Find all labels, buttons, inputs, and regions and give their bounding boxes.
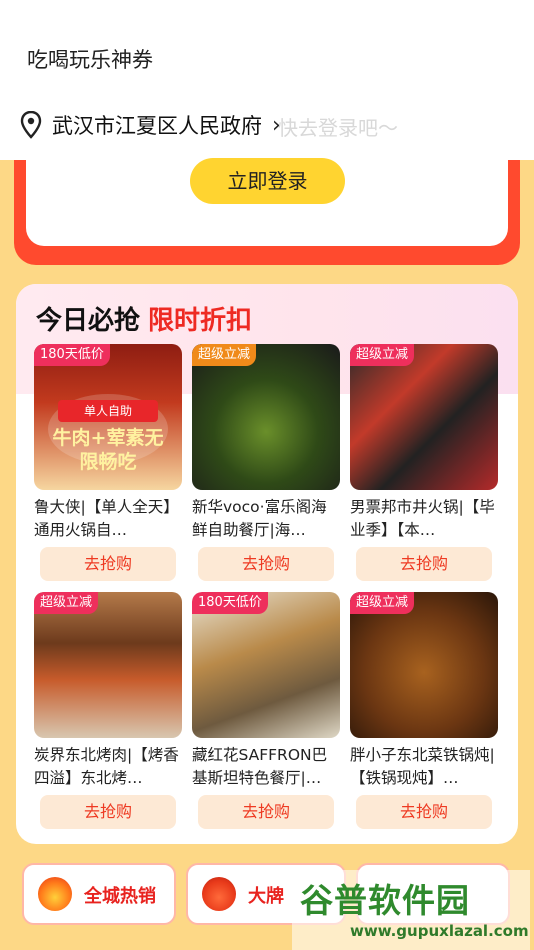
deals-section: 今日必抢 限时折扣 180天低价 单人自助 牛肉+荤素无限畅吃 鲁大侠|【单人全天… [16, 284, 518, 844]
thumb-caption: 单人自助 [58, 400, 158, 422]
location-pin-icon [20, 111, 42, 139]
deal-thumbnail[interactable]: 超级立减 [350, 344, 498, 490]
page-title: 吃喝玩乐神券 [27, 48, 153, 72]
deal-thumbnail[interactable]: 超级立减 [350, 592, 498, 738]
category-hot-sale[interactable]: 全城热销 [22, 863, 176, 925]
deal-item[interactable]: 超级立减 男票邦市井火锅|【毕业季】【本… 去抢购 [350, 344, 498, 589]
deal-item[interactable]: 超级立减 新华voco·富乐阁海鲜自助餐厅|海… 去抢购 [192, 344, 340, 589]
watermark: 谷普软件园 www.gupuxlazal.com [292, 870, 530, 950]
category-label: 大牌 [248, 886, 284, 907]
deal-badge: 超级立减 [192, 344, 257, 366]
deals-heading-title: 今日必抢 [36, 306, 141, 336]
deal-badge: 180天低价 [192, 592, 268, 614]
deal-item[interactable]: 超级立减 胖小子东北菜铁锅炖|【铁锅现炖】… 去抢购 [350, 592, 498, 837]
deal-name[interactable]: 鲁大侠|【单人全天】通用火锅自… [34, 496, 184, 542]
thumb-headline: 牛肉+荤素无限畅吃 [52, 427, 164, 473]
deal-name[interactable]: 胖小子东北菜铁锅炖|【铁锅现炖】… [350, 744, 500, 790]
deals-heading: 今日必抢 限时折扣 [36, 300, 252, 337]
deal-name[interactable]: 新华voco·富乐阁海鲜自助餐厅|海… [192, 496, 342, 542]
watermark-title: 谷普软件园 [300, 881, 470, 920]
deal-badge: 180天低价 [34, 344, 110, 366]
deal-thumbnail[interactable]: 超级立减 [34, 592, 182, 738]
login-button[interactable]: 立即登录 [190, 158, 345, 204]
deal-item[interactable]: 超级立减 炭界东北烤肉|【烤香四溢】东北烤… 去抢购 [34, 592, 182, 837]
top-bar: 吃喝玩乐神券 [0, 0, 534, 90]
buy-button[interactable]: 去抢购 [198, 795, 334, 829]
buy-button[interactable]: 去抢购 [40, 547, 176, 581]
buy-button[interactable]: 去抢购 [198, 547, 334, 581]
deal-thumbnail[interactable]: 180天低价 [192, 592, 340, 738]
deal-thumbnail[interactable]: 180天低价 单人自助 牛肉+荤素无限畅吃 [34, 344, 182, 490]
deal-name[interactable]: 藏红花SAFFRON巴基斯坦特色餐厅|… [192, 744, 342, 790]
location-bar[interactable]: 武汉市江夏区人民政府 › 快去登录吧～ [0, 90, 534, 160]
buy-button[interactable]: 去抢购 [356, 795, 492, 829]
flame-icon [38, 877, 72, 911]
deal-item[interactable]: 180天低价 藏红花SAFFRON巴基斯坦特色餐厅|… 去抢购 [192, 592, 340, 837]
deals-heading-highlight: 限时折扣 [148, 306, 253, 336]
deal-name[interactable]: 男票邦市井火锅|【毕业季】【本… [350, 496, 500, 542]
watermark-url: www.gupuxlazal.com [350, 922, 529, 940]
deal-badge: 超级立减 [350, 592, 415, 614]
deal-name[interactable]: 炭界东北烤肉|【烤香四溢】东北烤… [34, 744, 184, 790]
deal-badge: 超级立减 [350, 344, 415, 366]
buy-button[interactable]: 去抢购 [356, 547, 492, 581]
deal-badge: 超级立减 [34, 592, 99, 614]
deal-thumbnail[interactable]: 超级立减 [192, 344, 340, 490]
buy-button[interactable]: 去抢购 [40, 795, 176, 829]
deal-item[interactable]: 180天低价 单人自助 牛肉+荤素无限畅吃 鲁大侠|【单人全天】通用火锅自… 去… [34, 344, 182, 589]
login-hint-text: 快去登录吧～ [278, 116, 398, 140]
category-label: 全城热销 [84, 886, 156, 907]
location-text: 武汉市江夏区人民政府 [52, 114, 262, 138]
hotpot-icon [202, 877, 236, 911]
